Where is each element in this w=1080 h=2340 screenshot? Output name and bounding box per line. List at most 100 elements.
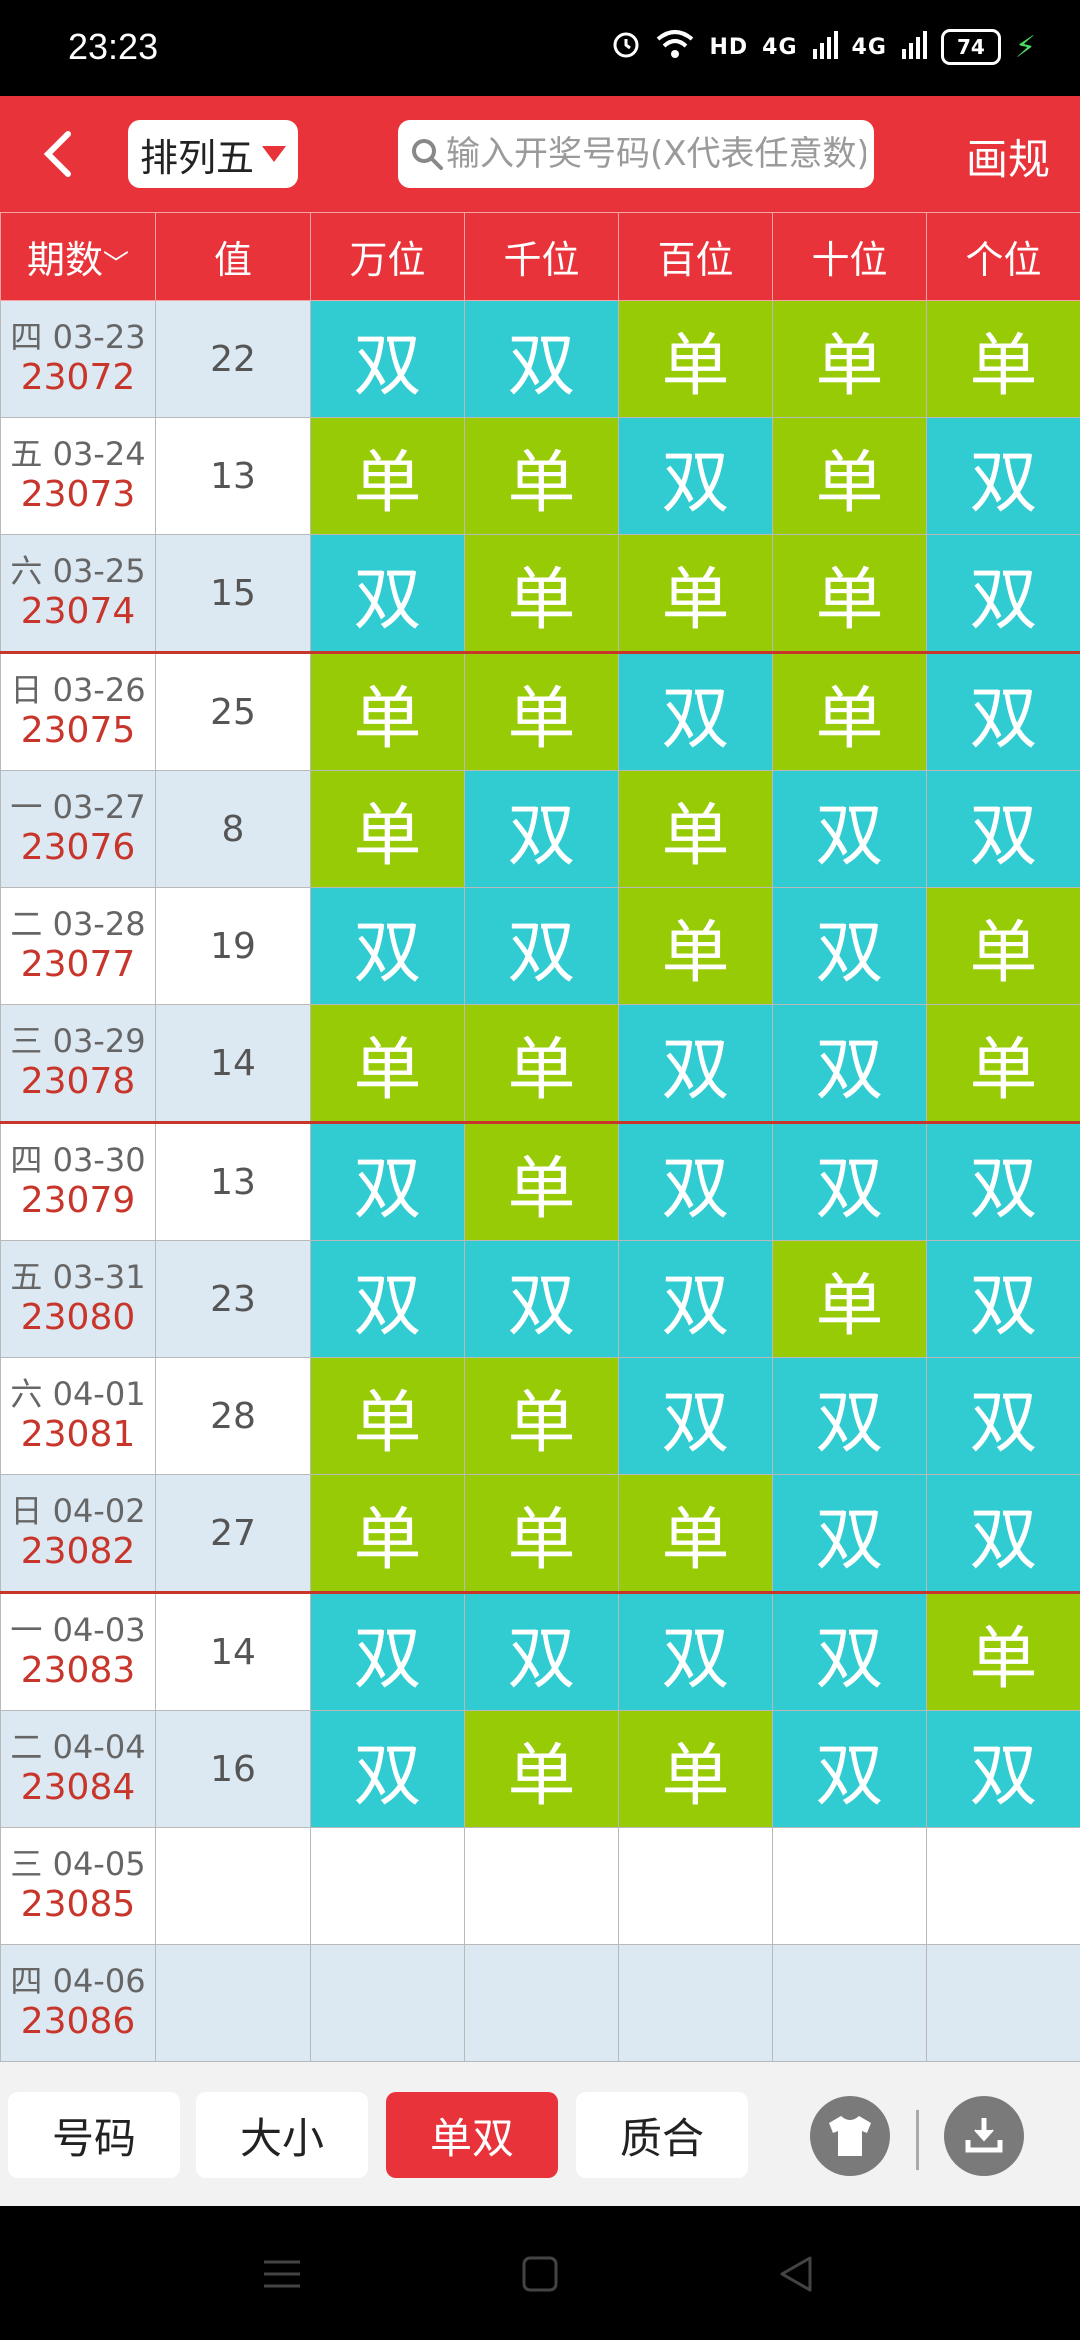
status-bar: 23:23 HD 4G 4G 74 ⚡ bbox=[0, 0, 1080, 96]
value-cell: 28 bbox=[155, 1357, 311, 1475]
tab-prime-composite[interactable]: 质合 bbox=[576, 2092, 748, 2178]
period-cell: 五 03-31 23080 bbox=[0, 1240, 156, 1358]
divider bbox=[916, 2110, 919, 2170]
odd-cell: 单 bbox=[772, 1240, 927, 1358]
value-cell: 22 bbox=[155, 300, 311, 418]
even-cell: 双 bbox=[772, 887, 927, 1005]
value-cell: 13 bbox=[155, 1122, 311, 1241]
empty-cell bbox=[464, 1944, 619, 2062]
status-icons: HD 4G 4G 74 ⚡ bbox=[611, 24, 1036, 70]
period-number: 23075 bbox=[20, 710, 136, 751]
odd-cell: 单 bbox=[926, 1004, 1080, 1124]
even-cell: 双 bbox=[310, 1122, 465, 1241]
period-number: 23085 bbox=[20, 1884, 136, 1925]
even-cell: 双 bbox=[772, 1710, 927, 1828]
period-date: 一 03-27 bbox=[10, 788, 146, 826]
table-row: 五 03-24 23073 13 单单双单双 bbox=[0, 417, 1080, 535]
tab-size[interactable]: 大小 bbox=[196, 2092, 368, 2178]
tab-odd-even[interactable]: 单双 bbox=[386, 2092, 558, 2178]
hd-label: HD bbox=[709, 34, 749, 60]
period-cell: 日 04-02 23082 bbox=[0, 1474, 156, 1594]
download-icon bbox=[965, 2118, 1003, 2153]
value-cell: 16 bbox=[155, 1710, 311, 1828]
odd-cell: 单 bbox=[618, 1474, 773, 1594]
even-cell: 双 bbox=[926, 1357, 1080, 1475]
table-row: 六 03-25 23074 15 双单单单双 bbox=[0, 534, 1080, 654]
back-nav-icon[interactable] bbox=[776, 2254, 816, 2294]
period-number: 23080 bbox=[20, 1297, 136, 1338]
period-cell: 四 03-30 23079 bbox=[0, 1122, 156, 1241]
period-cell: 日 03-26 23075 bbox=[0, 652, 156, 771]
period-cell: 四 03-23 23072 bbox=[0, 300, 156, 418]
column-header: 十位 bbox=[772, 212, 927, 301]
wifi-icon bbox=[655, 29, 695, 66]
even-cell: 双 bbox=[464, 887, 619, 1005]
column-header: 百位 bbox=[618, 212, 773, 301]
period-cell: 六 04-01 23081 bbox=[0, 1357, 156, 1475]
column-header: 个位 bbox=[926, 212, 1080, 301]
even-cell: 双 bbox=[618, 652, 773, 771]
even-cell: 双 bbox=[926, 417, 1080, 535]
period-date: 日 03-26 bbox=[10, 671, 146, 709]
period-cell: 六 03-25 23074 bbox=[0, 534, 156, 654]
column-header: 万位 bbox=[310, 212, 465, 301]
empty-cell bbox=[618, 1944, 773, 2062]
odd-cell: 单 bbox=[926, 300, 1080, 418]
period-number: 23079 bbox=[20, 1180, 136, 1221]
search-input[interactable] bbox=[444, 133, 868, 175]
period-date: 六 04-01 bbox=[10, 1375, 146, 1413]
table-row: 三 03-29 23078 14 单单双双单 bbox=[0, 1004, 1080, 1124]
column-header: 千位 bbox=[464, 212, 619, 301]
period-column-header[interactable]: 期数﹀ bbox=[0, 212, 156, 301]
back-button[interactable] bbox=[30, 118, 90, 188]
even-cell: 双 bbox=[618, 1122, 773, 1241]
system-nav-bar bbox=[0, 2206, 1080, 2340]
even-cell: 双 bbox=[772, 770, 927, 888]
even-cell: 双 bbox=[772, 1004, 927, 1124]
search-box[interactable] bbox=[398, 120, 874, 188]
period-cell: 一 04-03 23083 bbox=[0, 1592, 156, 1711]
odd-cell: 单 bbox=[310, 417, 465, 535]
period-date: 日 04-02 bbox=[10, 1492, 146, 1530]
theme-button[interactable] bbox=[810, 2096, 890, 2176]
period-cell: 一 03-27 23076 bbox=[0, 770, 156, 888]
tab-number[interactable]: 号码 bbox=[8, 2092, 180, 2178]
even-cell: 双 bbox=[926, 1240, 1080, 1358]
period-number: 23072 bbox=[20, 357, 136, 398]
odd-cell: 单 bbox=[310, 770, 465, 888]
period-number: 23083 bbox=[20, 1650, 136, 1691]
download-button[interactable] bbox=[944, 2096, 1024, 2176]
value-cell bbox=[155, 1827, 311, 1945]
period-number: 23077 bbox=[20, 944, 136, 985]
empty-cell bbox=[772, 1944, 927, 2062]
odd-cell: 单 bbox=[772, 652, 927, 771]
period-date: 四 03-23 bbox=[10, 318, 146, 356]
value-cell: 13 bbox=[155, 417, 311, 535]
even-cell: 双 bbox=[464, 1240, 619, 1358]
period-number: 23082 bbox=[20, 1531, 136, 1572]
odd-cell: 单 bbox=[618, 1710, 773, 1828]
even-cell: 双 bbox=[464, 770, 619, 888]
table-row: 六 04-01 23081 28 单单双双双 bbox=[0, 1357, 1080, 1475]
even-cell: 双 bbox=[310, 1240, 465, 1358]
home-icon[interactable] bbox=[520, 2254, 560, 2294]
draw-rule-button[interactable]: 画规 bbox=[966, 126, 1050, 187]
even-cell: 双 bbox=[618, 1592, 773, 1711]
period-cell: 三 03-29 23078 bbox=[0, 1004, 156, 1124]
even-cell: 双 bbox=[310, 1710, 465, 1828]
value-cell: 15 bbox=[155, 534, 311, 654]
even-cell: 双 bbox=[464, 1592, 619, 1711]
odd-cell: 单 bbox=[618, 534, 773, 654]
table-row: 四 03-23 23072 22 双双单单单 bbox=[0, 300, 1080, 418]
odd-cell: 单 bbox=[464, 1004, 619, 1124]
empty-cell bbox=[618, 1827, 773, 1945]
empty-cell bbox=[310, 1827, 465, 1945]
menu-icon[interactable] bbox=[262, 2254, 302, 2294]
odd-cell: 单 bbox=[464, 1122, 619, 1241]
search-icon bbox=[412, 139, 443, 170]
empty-cell bbox=[310, 1944, 465, 2062]
odd-cell: 单 bbox=[310, 652, 465, 771]
even-cell: 双 bbox=[926, 1710, 1080, 1828]
status-time: 23:23 bbox=[68, 26, 159, 67]
lottery-select[interactable]: 排列五 bbox=[128, 120, 298, 188]
